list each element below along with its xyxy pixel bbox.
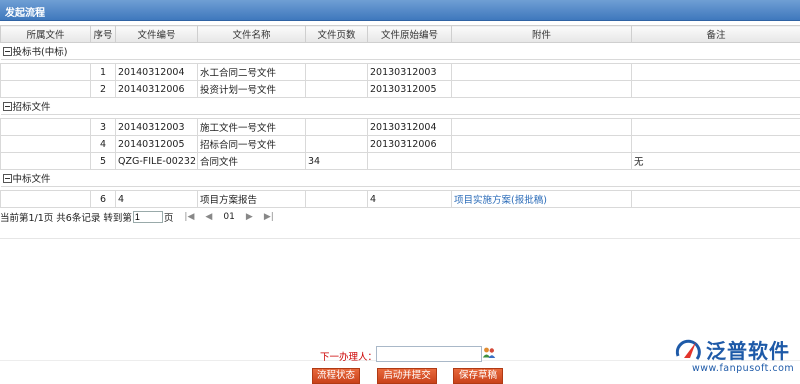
cell-file-name: 水工合同二号文件: [198, 64, 306, 81]
cell-pages: [306, 81, 368, 98]
col-header-pages[interactable]: 文件页数: [306, 26, 368, 43]
first-page-icon[interactable]: |◀: [184, 212, 194, 222]
cell-file-name: 施工文件一号文件: [198, 119, 306, 136]
group-row[interactable]: 中标文件: [1, 170, 800, 187]
brand-logo: 泛普软件 www.fanpusoft.com: [672, 334, 798, 380]
pager-summary: 当前第1/1页 共6条记录 转到第: [0, 213, 132, 224]
last-page-icon[interactable]: ▶|: [264, 212, 274, 222]
prev-page-icon[interactable]: ◀: [205, 212, 212, 222]
cell-orig-no: 20130312006: [368, 136, 452, 153]
cell-remark: [632, 191, 800, 208]
cell-file-no: 4: [116, 191, 198, 208]
table-row[interactable]: 1 20140312004 水工合同二号文件 20130312003: [1, 64, 800, 81]
cell-file-name: 项目方案报告: [198, 191, 306, 208]
col-header-category[interactable]: 所属文件: [1, 26, 91, 43]
cell-file-no: 20140312004: [116, 64, 198, 81]
cell-remark: [632, 119, 800, 136]
select-user-icon[interactable]: [482, 346, 496, 360]
logo-mark-icon: [672, 334, 706, 364]
group-row[interactable]: 投标书(中标): [1, 43, 800, 60]
cell-pages: [306, 119, 368, 136]
cell-attachment: [452, 153, 632, 170]
pager-page-suffix: 页: [164, 213, 174, 224]
col-header-orig-no[interactable]: 文件原始编号: [368, 26, 452, 43]
col-header-file-name[interactable]: 文件名称: [198, 26, 306, 43]
cell-attachment: [452, 81, 632, 98]
cell-pages: 34: [306, 153, 368, 170]
cell-file-no: 20140312006: [116, 81, 198, 98]
cell-file-no: 20140312005: [116, 136, 198, 153]
table-row[interactable]: 5 QZG-FILE-00232 合同文件 34 无: [1, 153, 800, 170]
group-name: 中标文件: [13, 174, 51, 185]
cell-file-name: 招标合同一号文件: [198, 136, 306, 153]
file-table: 所属文件 序号 文件编号 文件名称 文件页数 文件原始编号 附件 备注 投标书(…: [0, 25, 800, 208]
next-page-icon[interactable]: ▶: [246, 212, 253, 222]
cell-remark: [632, 81, 800, 98]
attachment-link[interactable]: 项目实施方案(报批稿): [454, 195, 547, 206]
current-page-number: 01: [223, 212, 234, 222]
cell-seq: 6: [91, 191, 116, 208]
cell-attachment: 项目实施方案(报批稿): [452, 191, 632, 208]
next-handler-label: 下一办理人：: [320, 349, 377, 363]
cell-seq: 1: [91, 64, 116, 81]
col-header-seq[interactable]: 序号: [91, 26, 116, 43]
cell-attachment: [452, 119, 632, 136]
col-header-remark[interactable]: 备注: [632, 26, 800, 43]
collapse-icon[interactable]: [3, 47, 12, 56]
cell-seq: 4: [91, 136, 116, 153]
cell-pages: [306, 191, 368, 208]
group-row[interactable]: 招标文件: [1, 98, 800, 115]
pager: 当前第1/1页 共6条记录 转到第 页 |◀ ◀ 01 ▶ ▶|: [0, 210, 274, 224]
logo-url-text: www.fanpusoft.com: [692, 363, 794, 374]
table-row[interactable]: 4 20140312005 招标合同一号文件 20130312006: [1, 136, 800, 153]
table-row[interactable]: 2 20140312006 投资计划一号文件 20130312005: [1, 81, 800, 98]
cell-attachment: [452, 136, 632, 153]
collapse-icon[interactable]: [3, 102, 12, 111]
content-divider: [0, 238, 800, 239]
window-title: 发起流程: [5, 4, 45, 19]
next-handler-input[interactable]: [376, 346, 482, 362]
cell-pages: [306, 64, 368, 81]
cell-file-no: QZG-FILE-00232: [116, 153, 198, 170]
cell-remark: [632, 64, 800, 81]
col-header-file-no[interactable]: 文件编号: [116, 26, 198, 43]
table-row[interactable]: 6 4 项目方案报告 4 项目实施方案(报批稿): [1, 191, 800, 208]
group-name: 招标文件: [13, 102, 51, 113]
cell-remark: [632, 136, 800, 153]
table-header-row: 所属文件 序号 文件编号 文件名称 文件页数 文件原始编号 附件 备注: [1, 26, 800, 43]
page-jump-input[interactable]: [133, 211, 163, 223]
cell-file-name: 投资计划一号文件: [198, 81, 306, 98]
collapse-icon[interactable]: [3, 174, 12, 183]
cell-orig-no: [368, 153, 452, 170]
cell-seq: 3: [91, 119, 116, 136]
cell-file-no: 20140312003: [116, 119, 198, 136]
table-row[interactable]: 3 20140312003 施工文件一号文件 20130312004: [1, 119, 800, 136]
group-name: 投标书(中标): [13, 47, 68, 58]
cell-file-name: 合同文件: [198, 153, 306, 170]
cell-pages: [306, 136, 368, 153]
col-header-attachment[interactable]: 附件: [452, 26, 632, 43]
cell-seq: 2: [91, 81, 116, 98]
cell-attachment: [452, 64, 632, 81]
cell-remark: 无: [632, 153, 800, 170]
cell-orig-no: 20130312004: [368, 119, 452, 136]
cell-seq: 5: [91, 153, 116, 170]
cell-orig-no: 4: [368, 191, 452, 208]
cell-orig-no: 20130312003: [368, 64, 452, 81]
logo-brand-text: 泛普软件: [706, 335, 790, 364]
window-titlebar: 发起流程: [0, 0, 800, 21]
cell-orig-no: 20130312005: [368, 81, 452, 98]
